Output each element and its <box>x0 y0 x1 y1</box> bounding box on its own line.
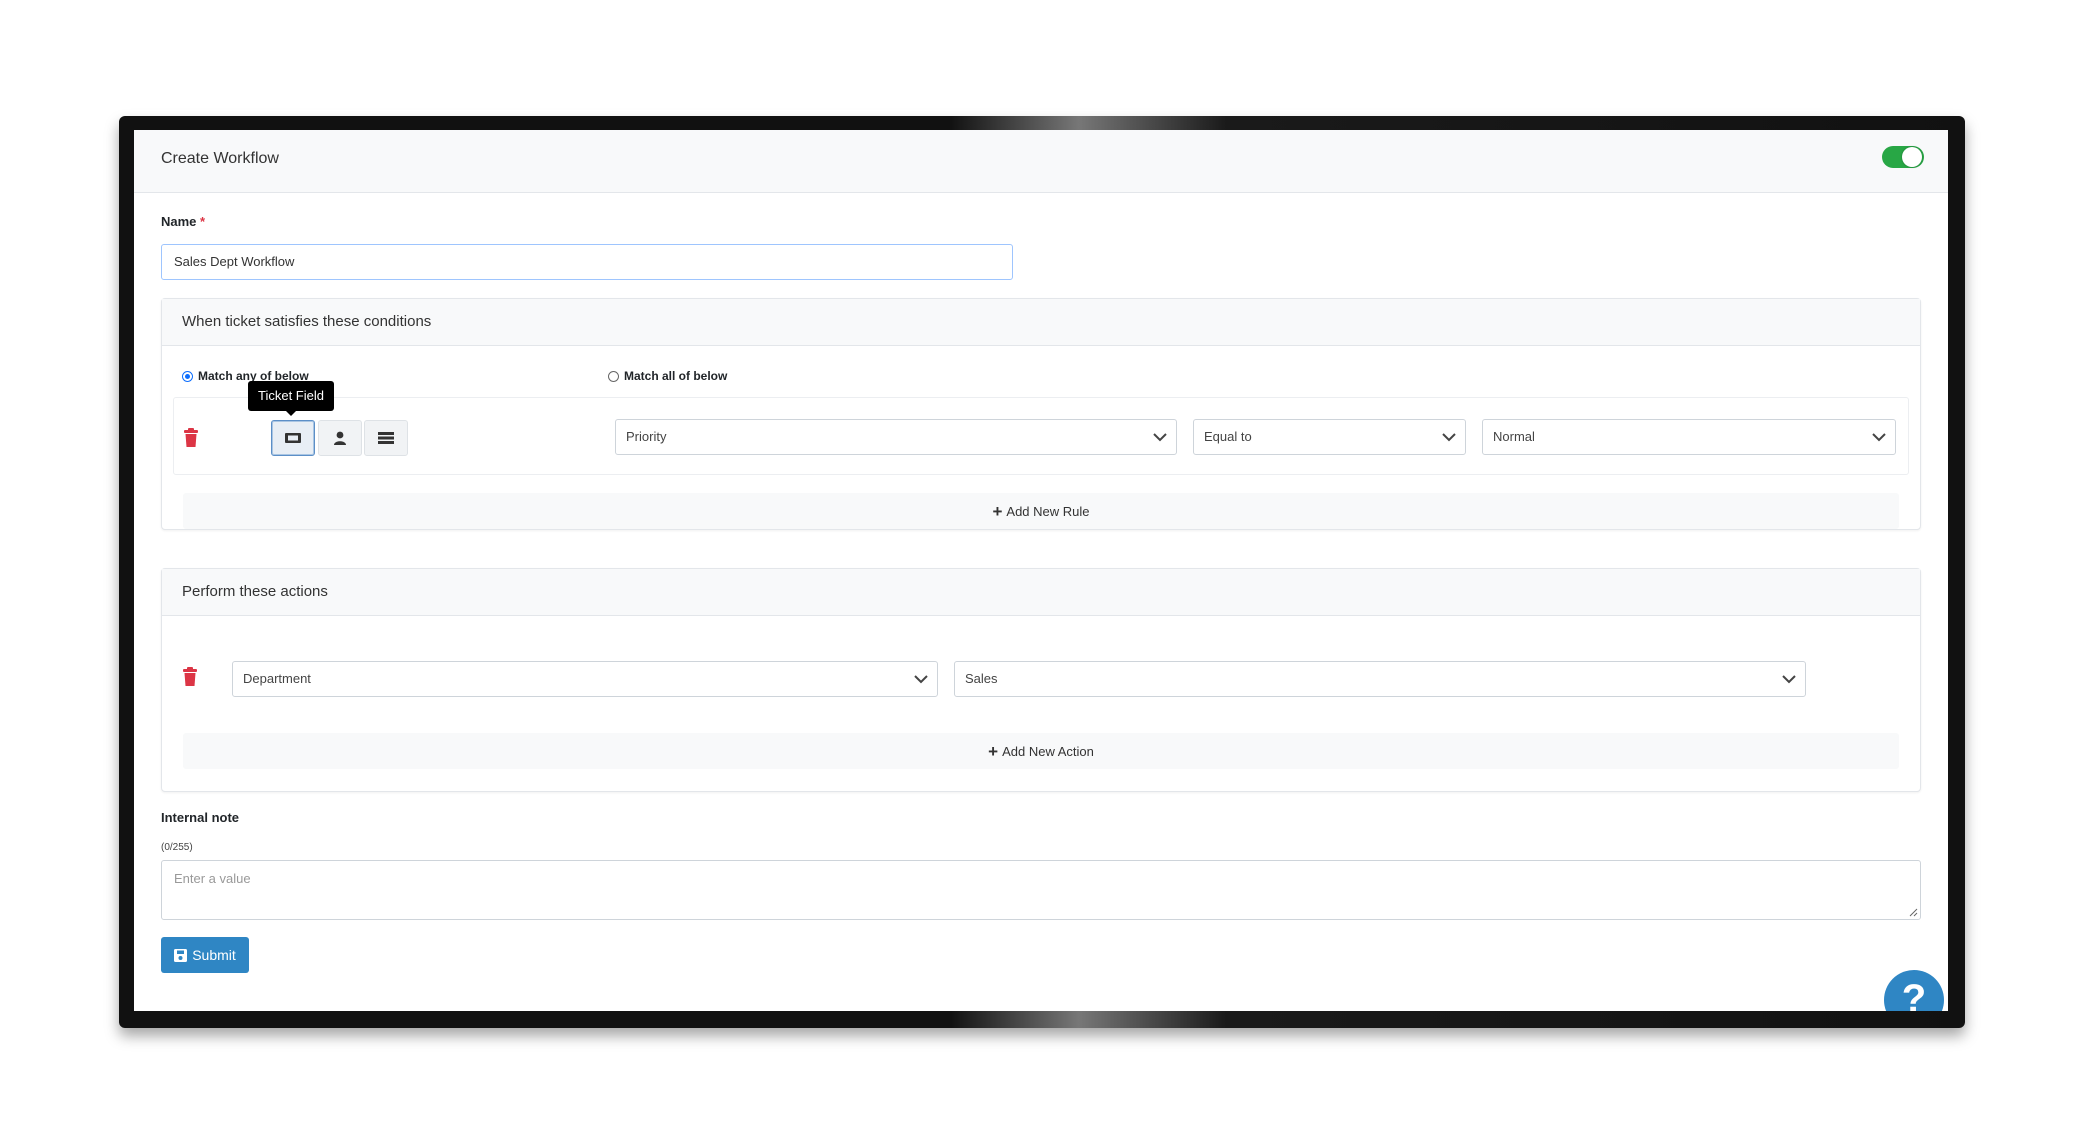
name-label: Name * <box>161 214 205 229</box>
user-icon <box>334 431 346 445</box>
add-action-button[interactable]: + Add New Action <box>183 733 1899 769</box>
active-toggle[interactable] <box>1882 146 1924 168</box>
condition-value-select[interactable]: Normal <box>1482 419 1896 455</box>
app-screen: Create Workflow Name * Sales Dept Workfl… <box>134 130 1948 1011</box>
actions-card: Perform these actions Department Sales +… <box>161 568 1921 792</box>
internal-note-counter: (0/255) <box>161 842 193 853</box>
condition-operator-select[interactable]: Equal to <box>1193 419 1466 455</box>
page-header: Create Workflow <box>134 130 1948 193</box>
toggle-knob <box>1902 147 1922 167</box>
condition-field-value: Priority <box>626 429 667 444</box>
help-button[interactable]: ? <box>1884 970 1944 1011</box>
internal-note-label: Internal note <box>161 810 240 825</box>
resize-handle-icon[interactable] <box>1908 907 1918 917</box>
action-value-select[interactable]: Sales <box>954 661 1806 697</box>
list-icon <box>378 432 394 444</box>
condition-value-text: Normal <box>1493 429 1535 444</box>
save-icon <box>174 948 188 962</box>
condition-operator-value: Equal to <box>1204 429 1252 444</box>
match-all-radio[interactable] <box>608 370 619 382</box>
internal-note-placeholder: Enter a value <box>174 871 251 886</box>
add-action-label: Add New Action <box>1002 743 1094 759</box>
plus-icon: + <box>988 741 999 761</box>
chevron-down-icon <box>1872 433 1886 442</box>
chevron-down-icon <box>1782 675 1796 684</box>
condition-rule-row: Priority Equal to Normal <box>173 397 1909 475</box>
action-field-select[interactable]: Department <box>232 661 938 697</box>
conditions-title: When ticket satisfies these conditions <box>162 299 1920 346</box>
plus-icon: + <box>992 501 1003 521</box>
submit-button[interactable]: Submit <box>161 937 249 973</box>
ticket-field-tooltip: Ticket Field <box>248 381 334 416</box>
page-title: Create Workflow <box>161 150 279 167</box>
trash-icon[interactable] <box>183 428 199 448</box>
ticket-icon <box>285 433 301 443</box>
name-label-text: Name <box>161 214 197 229</box>
required-marker: * <box>200 214 206 229</box>
match-all-option[interactable]: Match all of below <box>608 369 727 383</box>
actions-title: Perform these actions <box>162 569 1920 616</box>
match-any-radio[interactable] <box>182 370 193 382</box>
ticket-field-button[interactable] <box>271 420 315 456</box>
chevron-down-icon <box>1153 433 1167 442</box>
action-value-text: Sales <box>965 671 998 686</box>
name-input[interactable]: Sales Dept Workflow <box>161 244 1013 280</box>
user-field-button[interactable] <box>318 420 362 456</box>
list-field-button[interactable] <box>364 420 408 456</box>
conditions-card: When ticket satisfies these conditions M… <box>161 298 1921 530</box>
add-rule-button[interactable]: + Add New Rule <box>183 493 1899 529</box>
chevron-down-icon <box>1442 433 1456 442</box>
action-field-value: Department <box>243 671 311 686</box>
trash-icon[interactable] <box>182 667 198 687</box>
internal-note-textarea[interactable]: Enter a value <box>161 860 1921 920</box>
condition-field-select[interactable]: Priority <box>615 419 1177 455</box>
submit-label: Submit <box>192 947 236 963</box>
match-all-label: Match all of below <box>624 369 728 383</box>
add-rule-label: Add New Rule <box>1006 503 1090 519</box>
chevron-down-icon <box>914 675 928 684</box>
